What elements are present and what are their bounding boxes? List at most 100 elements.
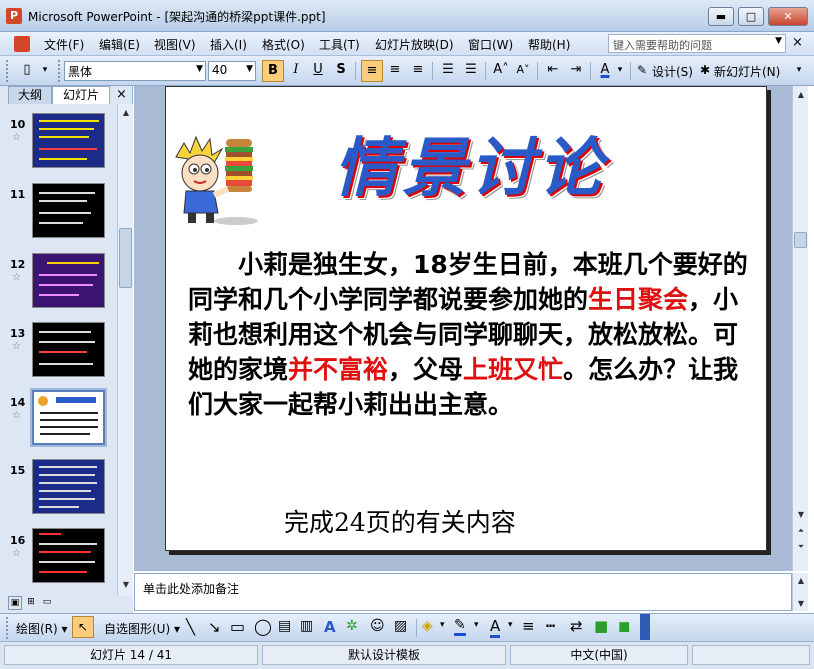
oval-icon[interactable]: ◯ [254, 617, 272, 636]
align-left-icon[interactable]: ≡ [361, 60, 383, 82]
menu-slideshow[interactable]: 幻灯片放映(D) [375, 36, 454, 53]
notes-pane[interactable]: 单击此处添加备注 [134, 573, 792, 611]
help-search-box[interactable]: 键入需要帮助的问题 ▼ [608, 34, 786, 53]
numbering-icon[interactable]: ☰ [437, 60, 459, 82]
slide-vertical-scrollbar[interactable]: ▲ ▼ ⏶ ⏷ [792, 86, 808, 571]
font-name-combo[interactable]: 黑体 ▼ [64, 61, 206, 81]
menu-tools[interactable]: 工具(T) [319, 36, 360, 53]
scroll-up-icon[interactable]: ▲ [794, 88, 808, 102]
toolbar-grip[interactable] [6, 60, 9, 82]
line-style-icon[interactable]: ≡ [522, 617, 535, 635]
scroll-thumb[interactable] [794, 232, 807, 248]
tab-outline[interactable]: 大纲 [8, 86, 52, 104]
bullets-icon[interactable]: ☰ [460, 60, 482, 82]
font-size-combo[interactable]: 40 ▼ [208, 61, 256, 81]
slide-thumbnail[interactable] [32, 253, 105, 308]
status-language[interactable]: 中文(中国) [510, 645, 688, 665]
increase-font-icon[interactable]: A˄ [490, 60, 512, 82]
clipart-icon[interactable]: ☺ [370, 618, 385, 634]
arrow-style-icon[interactable]: ⇄ [570, 617, 583, 635]
menu-edit[interactable]: 编辑(E) [99, 36, 140, 53]
chevron-down-icon[interactable]: ▾ [440, 620, 445, 630]
menu-help[interactable]: 帮助(H) [528, 36, 570, 53]
decrease-font-icon[interactable]: A˅ [512, 60, 534, 82]
normal-view-icon[interactable]: ▣ [8, 596, 22, 610]
rectangle-icon[interactable]: ▭ [230, 617, 245, 636]
select-objects-icon[interactable]: ↖ [72, 616, 94, 638]
picture-icon[interactable]: ▨ [394, 618, 407, 634]
design-button[interactable]: 设计(S) [652, 63, 693, 80]
maximize-button[interactable]: □ [738, 7, 764, 26]
menu-window[interactable]: 窗口(W) [468, 36, 513, 53]
notes-scrollbar[interactable]: ▲ ▼ [792, 573, 808, 611]
align-right-icon[interactable]: ≡ [407, 60, 429, 82]
wordart-icon[interactable]: A [324, 618, 336, 636]
tab-slides[interactable]: 幻灯片 [52, 86, 110, 104]
scroll-up-icon[interactable]: ▲ [794, 574, 808, 586]
scroll-thumb[interactable] [119, 228, 132, 288]
slide-thumbnail[interactable] [32, 322, 105, 377]
shadow-style-icon[interactable]: ■ [594, 617, 608, 635]
toolbar-overflow-icon[interactable] [640, 614, 650, 640]
toolbar-options-icon[interactable]: ▾ [38, 60, 52, 82]
scroll-down-icon[interactable]: ▼ [794, 597, 808, 609]
bold-button[interactable]: B [262, 60, 284, 82]
arrow-icon[interactable]: ↘ [208, 618, 221, 636]
powerpoint-app-icon[interactable]: P [6, 8, 22, 24]
previous-slide-icon[interactable]: ⏶ [794, 524, 808, 538]
close-button[interactable]: ✕ [768, 7, 808, 26]
document-icon[interactable] [14, 36, 30, 52]
menu-file[interactable]: 文件(F) [44, 36, 84, 53]
slide-footer-text[interactable]: 完成24页的有关内容 [284, 503, 516, 539]
slide-thumbnail[interactable] [32, 459, 105, 514]
close-document-icon[interactable]: × [792, 35, 803, 50]
new-slide-button[interactable]: 新幻灯片(N) [714, 63, 780, 80]
draw-menu-button[interactable]: 绘图(R) ▾ [16, 620, 68, 637]
status-design-template[interactable]: 默认设计模板 [262, 645, 506, 665]
fill-color-icon[interactable]: ◈ [422, 618, 433, 634]
slide-canvas[interactable]: 情景讨论 小莉是独生女，18岁生日前，本班几个要好的同学和几个小学同学都说要参加… [165, 86, 767, 551]
align-center-icon[interactable]: ≡ [384, 60, 406, 82]
chevron-down-icon[interactable]: ▾ [474, 620, 479, 630]
italic-button[interactable]: I [285, 60, 307, 82]
slide-thumbnail-selected[interactable] [30, 388, 107, 447]
scroll-up-icon[interactable]: ▲ [119, 106, 133, 120]
scroll-down-icon[interactable]: ▼ [794, 508, 808, 522]
slides-pane-scrollbar[interactable]: ▲ ▼ [117, 104, 133, 596]
scroll-down-icon[interactable]: ▼ [119, 578, 133, 592]
chevron-down-icon[interactable]: ▼ [246, 64, 253, 74]
chevron-down-icon[interactable]: ▾ [508, 620, 513, 630]
autoshapes-menu-button[interactable]: 自选图形(U) ▾ [104, 620, 180, 637]
vertical-textbox-icon[interactable]: ▥ [300, 618, 313, 634]
font-color-icon[interactable]: A [594, 60, 616, 82]
increase-indent-icon[interactable]: ⇥ [565, 60, 587, 82]
slideshow-view-icon[interactable]: ▭ [40, 596, 54, 610]
close-pane-icon[interactable]: × [116, 87, 127, 102]
slide-thumbnail[interactable] [32, 113, 105, 168]
shadow-button[interactable]: S [330, 60, 352, 82]
minimize-button[interactable]: ▬ [708, 7, 734, 26]
decrease-indent-icon[interactable]: ⇤ [542, 60, 564, 82]
next-slide-icon[interactable]: ⏷ [794, 540, 808, 554]
slide-title[interactable]: 情景讨论 [334, 117, 606, 209]
menu-view[interactable]: 视图(V) [154, 36, 196, 53]
toolbar-grip[interactable] [6, 617, 9, 639]
slide-body-text[interactable]: 小莉是独生女，18岁生日前，本班几个要好的同学和几个小学同学都说要参加她的生日聚… [188, 247, 748, 422]
menu-format[interactable]: 格式(O) [262, 36, 305, 53]
new-document-icon[interactable]: ▯ [16, 60, 38, 82]
chevron-down-icon[interactable]: ▾ [614, 60, 626, 82]
slide-thumbnail[interactable] [32, 528, 105, 583]
diagram-icon[interactable]: ✲ [346, 618, 358, 634]
toolbar-grip[interactable] [58, 60, 61, 82]
line-icon[interactable]: ╲ [186, 618, 195, 636]
textbox-icon[interactable]: ▤ [278, 618, 291, 634]
underline-button[interactable]: U [307, 60, 329, 82]
menu-insert[interactable]: 插入(I) [210, 36, 247, 53]
toolbar-options-icon[interactable]: ▾ [792, 60, 806, 82]
font-color-icon[interactable]: A [490, 617, 501, 638]
3d-style-icon[interactable]: ◼ [618, 617, 630, 635]
dash-style-icon[interactable]: ┅ [546, 617, 555, 635]
line-color-icon[interactable]: ✎ [454, 617, 466, 636]
slide-thumbnail[interactable] [32, 183, 105, 238]
chevron-down-icon[interactable]: ▼ [196, 64, 203, 74]
